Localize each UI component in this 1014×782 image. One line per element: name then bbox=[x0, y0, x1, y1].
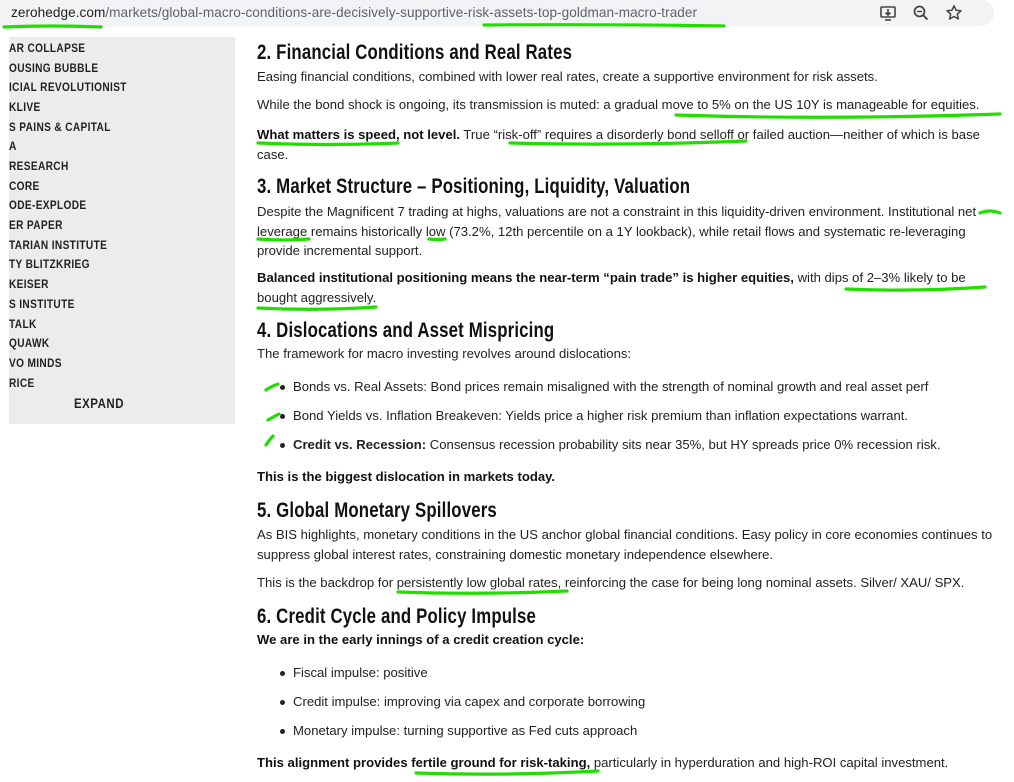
sidebar-item[interactable]: OUSING BUBBLE bbox=[9, 63, 185, 75]
emphasis-text: Credit vs. Recession: bbox=[293, 437, 427, 452]
section-2-heading: 2. Financial Conditions and Real Rates bbox=[257, 41, 573, 64]
bullet-dot bbox=[280, 729, 285, 734]
sidebar-menu: AR COLLAPSE OUSING BUBBLE ICIAL REVOLUTI… bbox=[9, 37, 235, 424]
section-5-heading: 5. Global Monetary Spillovers bbox=[257, 499, 497, 522]
bookmark-star-icon[interactable] bbox=[944, 3, 964, 23]
section-2-paragraph-3: What matters is speed, not level. True “… bbox=[257, 125, 1009, 164]
sidebar-item[interactable]: AR COLLAPSE bbox=[9, 43, 185, 55]
url-text[interactable]: zerohedge.com/markets/global-macro-condi… bbox=[11, 4, 697, 22]
sidebar-item[interactable]: KLIVE bbox=[9, 102, 185, 114]
highlight-underline bbox=[2, 24, 103, 29]
list-item: Monetary impulse: turning supportive as … bbox=[293, 723, 638, 738]
section-6-heading: 6. Credit Cycle and Policy Impulse bbox=[257, 605, 536, 628]
emphasis-text: This alignment provides fertile ground f… bbox=[257, 755, 591, 770]
zoom-icon[interactable] bbox=[911, 3, 931, 23]
section-3-paragraph-2: Balanced institutional positioning means… bbox=[257, 268, 1009, 307]
section-5-paragraph-1: As BIS highlights, monetary conditions i… bbox=[257, 527, 993, 562]
section-3-heading: 3. Market Structure – Positioning, Liqui… bbox=[257, 175, 691, 198]
section-4-intro: The framework for macro investing revolv… bbox=[257, 346, 632, 361]
section-4-heading: 4. Dislocations and Asset Mispricing bbox=[257, 319, 555, 342]
expand-button[interactable]: EXPAND bbox=[23, 396, 176, 411]
section-2-paragraph-2: While the bond shock is ongoing, its tra… bbox=[257, 97, 980, 112]
install-app-icon[interactable] bbox=[878, 3, 898, 23]
highlight-underline bbox=[266, 412, 281, 422]
bullet-dot bbox=[280, 443, 285, 448]
emphasis-text: We are in the early innings of a credit … bbox=[257, 632, 585, 647]
section-3-paragraph-1: Despite the Magnificent 7 trading at hig… bbox=[257, 204, 977, 258]
body-text: Consensus recession probability sits nea… bbox=[426, 437, 941, 452]
sidebar-item[interactable]: QUAWK bbox=[9, 338, 185, 350]
bullet-dot bbox=[280, 385, 285, 390]
bullet-dot bbox=[280, 414, 285, 419]
highlight-underline bbox=[256, 305, 378, 311]
url-domain: zerohedge.com bbox=[11, 5, 106, 20]
sidebar-item[interactable]: KEISER bbox=[9, 279, 185, 291]
emphasis-text: Balanced institutional positioning means… bbox=[257, 270, 794, 285]
bullet-dot bbox=[280, 671, 285, 676]
url-path: /markets/global-macro-conditions-are-dec… bbox=[105, 5, 698, 20]
section-6-intro: We are in the early innings of a credit … bbox=[257, 630, 1009, 650]
sidebar-item[interactable]: S INSTITUTE bbox=[9, 299, 185, 311]
sidebar-item[interactable]: VO MINDS bbox=[9, 358, 185, 370]
list-item: Credit vs. Recession: Consensus recessio… bbox=[293, 435, 940, 454]
list-item: Credit impulse: improving via capex and … bbox=[293, 694, 646, 709]
sidebar-item[interactable]: S PAINS & CAPITAL bbox=[9, 122, 185, 134]
list-item: Bond Yields vs. Inflation Breakeven: Yie… bbox=[293, 408, 909, 423]
sidebar-item[interactable]: TARIAN INSTITUTE bbox=[9, 240, 185, 252]
sidebar-item[interactable]: RICE bbox=[9, 378, 185, 390]
highlight-underline bbox=[264, 382, 280, 392]
sidebar-item[interactable]: ICIAL REVOLUTIONIST bbox=[9, 82, 185, 94]
section-5-paragraph-2: This is the backdrop for persistently lo… bbox=[257, 575, 965, 590]
body-text: particularly in hyperduration and high-R… bbox=[590, 755, 949, 770]
browser-toolbar: zerohedge.com/markets/global-macro-condi… bbox=[0, 0, 1014, 26]
sidebar-item[interactable]: A bbox=[9, 141, 185, 153]
emphasis-text: This is the biggest dislocation in marke… bbox=[257, 469, 556, 484]
section-2-paragraph-1: Easing financial conditions, combined wi… bbox=[257, 69, 878, 84]
sidebar-item[interactable]: TALK bbox=[9, 319, 185, 331]
list-item: Fiscal impulse: positive bbox=[293, 665, 428, 680]
emphasis-text: What matters is speed, not level. bbox=[257, 127, 461, 142]
sidebar-item[interactable]: CORE bbox=[9, 181, 185, 193]
sidebar-item[interactable]: ODE-EXPLODE bbox=[9, 200, 185, 212]
sidebar-item[interactable]: ER PAPER bbox=[9, 220, 185, 232]
highlight-underline bbox=[264, 434, 275, 447]
sidebar-item[interactable]: TY BLITZKRIEG bbox=[9, 259, 185, 271]
bullet-dot bbox=[280, 700, 285, 705]
address-bar[interactable]: zerohedge.com/markets/global-macro-condi… bbox=[0, 0, 994, 26]
section-6-closing: This alignment provides fertile ground f… bbox=[257, 753, 1009, 773]
section-4-closing: This is the biggest dislocation in marke… bbox=[257, 467, 1009, 487]
list-item: Bonds vs. Real Assets: Bond prices remai… bbox=[293, 379, 929, 394]
sidebar-item[interactable]: RESEARCH bbox=[9, 161, 185, 173]
